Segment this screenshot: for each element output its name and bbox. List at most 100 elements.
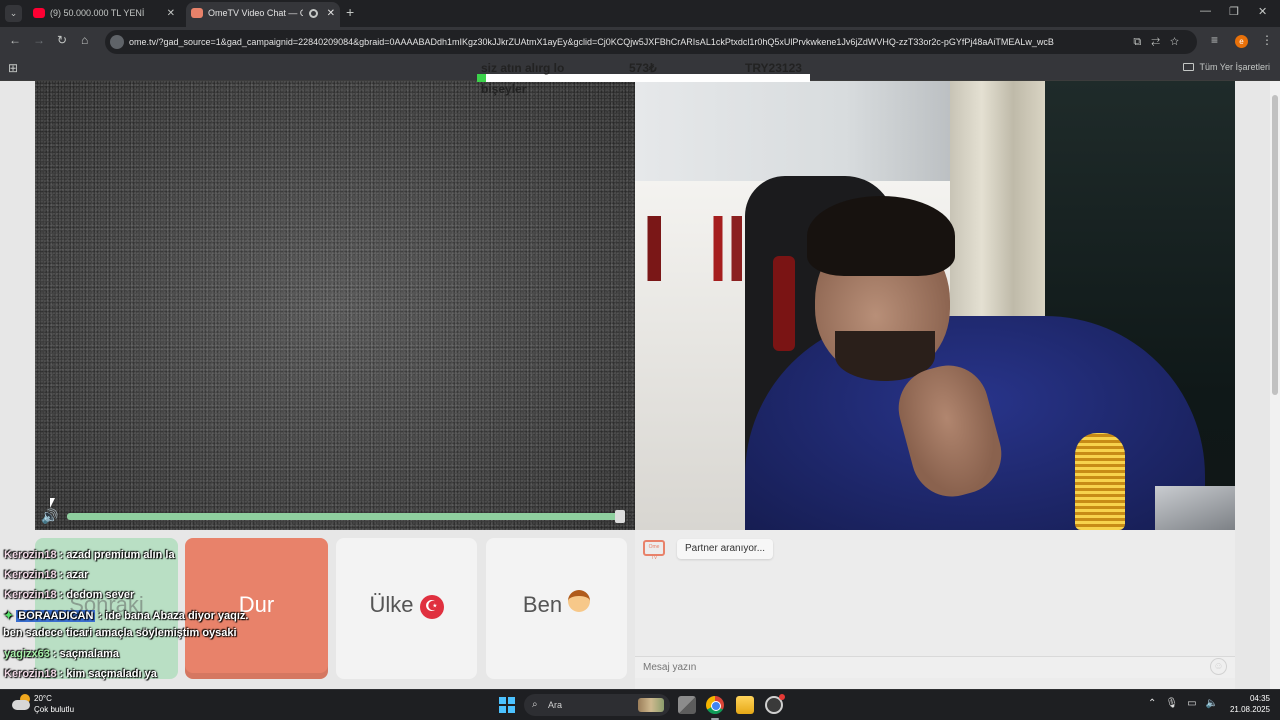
volume-slider[interactable] [67, 513, 622, 520]
goal-title-line2: bişeyler [481, 82, 527, 96]
clock-time[interactable]: 04:35 [1250, 694, 1270, 703]
recording-indicator-icon [309, 9, 318, 18]
address-bar[interactable]: ome.tv/?gad_source=1&gad_campaignid=2284… [105, 30, 1197, 54]
home-icon[interactable]: ⌂ [81, 33, 88, 47]
emoji-icon[interactable]: ☺ [1210, 658, 1227, 675]
me-button[interactable]: Ben [486, 538, 627, 679]
file-explorer-icon[interactable] [736, 696, 754, 714]
ometv-page: 🔊 siz atın alırg lo bişeyler 573₺ TRY231… [0, 61, 1270, 689]
volume-icon[interactable]: 🔊 [41, 508, 58, 525]
chat-username: Kerozin18 [4, 668, 57, 680]
turkey-flag-icon: ☪ [419, 595, 444, 619]
scrollbar-thumb[interactable] [1272, 95, 1278, 395]
clock-date[interactable]: 21.08.2025 [1230, 705, 1270, 714]
goal-amount: 573₺ [629, 61, 657, 75]
search-highlight-icon [638, 698, 664, 712]
streamer-hair [807, 196, 955, 276]
site-info-icon[interactable] [110, 35, 124, 49]
chat-text: ben sadece ticari amaçla söylemiştim oys… [3, 627, 237, 639]
back-icon[interactable]: ← [9, 33, 21, 47]
all-bookmarks-label: Tüm Yer İşaretleri [1199, 62, 1270, 72]
restore-icon[interactable]: ❐ [1229, 5, 1239, 18]
chat-username: BORAADICAN [16, 610, 96, 622]
chat-username: Kerozin18 [4, 569, 57, 581]
close-tab-icon[interactable]: ✕ [327, 2, 335, 25]
weather-icon[interactable] [12, 694, 32, 712]
chat-panel: Ome TV Partner aranıyor... ☺ [635, 530, 1235, 689]
me-label: Ben [522, 592, 563, 617]
goal-progress-fill [477, 74, 486, 82]
display-icon[interactable]: ▭ [1187, 698, 1205, 709]
apps-grid-icon[interactable]: ⊞ [8, 61, 18, 75]
goal-title: siz atın alırg lo [481, 61, 565, 75]
avatar-face-icon [568, 590, 591, 612]
chat-text: : azad premium alın la [59, 549, 175, 561]
goal-progress-bar [477, 74, 810, 82]
search-icon: ⌕ [532, 699, 538, 710]
obs-icon[interactable] [765, 694, 785, 714]
tab-ometv[interactable]: OmeTV Video Chat — Ome ✕ [186, 2, 340, 27]
goal-target: TRY23123 [745, 61, 802, 75]
badge-icon: ✦ [4, 610, 14, 622]
close-window-icon[interactable]: ✕ [1258, 5, 1267, 18]
tab-youtube[interactable]: (9) 50.000.000 TL YENİ EVİM - Yo ✕ [28, 2, 180, 27]
page-scrollbar[interactable] [1270, 81, 1280, 689]
folder-icon [1183, 63, 1195, 71]
browser-toolbar: ← → ↻ ⌂ ome.tv/?gad_source=1&gad_campaig… [0, 27, 1280, 57]
ometv-logo-icon: Ome TV [643, 540, 665, 561]
tab-title: (9) 50.000.000 TL YENİ EVİM - Yo [50, 8, 145, 18]
chat-message: Kerozin18 : azad premium alın la [4, 549, 175, 561]
tab-strip: ⌄ (9) 50.000.000 TL YENİ EVİM - Yo ✕ Ome… [0, 0, 1280, 27]
system-tray: ⌃🎙▭🔈 [1148, 698, 1227, 709]
chat-username: Kerozin18 [4, 589, 57, 601]
translate-icon[interactable]: ⇄ [1151, 36, 1170, 48]
tray-chevron-icon[interactable]: ⌃ [1148, 698, 1165, 709]
windows-start-icon[interactable] [499, 697, 515, 713]
task-view-icon[interactable] [678, 696, 696, 714]
chat-text: : azar [59, 569, 89, 581]
all-bookmarks-button[interactable]: Tüm Yer İşaretleri [1183, 62, 1270, 72]
message-input[interactable] [635, 656, 1235, 678]
chat-message: ben sadece ticari amaçla söylemiştim oys… [3, 627, 237, 639]
tab-title: OmeTV Video Chat — Ome [208, 8, 303, 18]
tab-search-button[interactable]: ⌄ [5, 5, 22, 22]
omnibox-actions: ⧉⇄☆ [1133, 30, 1189, 54]
mouse-cursor [50, 498, 55, 508]
close-tab-icon[interactable]: ✕ [167, 2, 175, 25]
youtube-icon [33, 8, 45, 18]
cast-icon[interactable]: ⧉ [1133, 36, 1151, 48]
chat-text: : ide bana Abaza diyor yaqız. [98, 610, 249, 622]
chat-message: ✦ BORAADICAN : ide bana Abaza diyor yaqı… [4, 609, 248, 622]
chair-accent [773, 256, 795, 351]
country-label: Ülke [369, 592, 414, 617]
partner-video: 🔊 [35, 81, 635, 530]
reading-list-icon[interactable]: ≡ [1211, 33, 1218, 47]
microphone-icon[interactable]: 🎙 [1165, 698, 1187, 709]
chat-message: Kerozin18 : dedom sever [4, 589, 134, 601]
country-button[interactable]: Ülke ☪ [336, 538, 477, 679]
speaker-icon[interactable]: 🔈 [1206, 698, 1227, 709]
self-camera-video [635, 81, 1235, 530]
taskbar-search[interactable]: ⌕ Ara [524, 694, 670, 716]
forward-icon[interactable]: → [33, 33, 45, 47]
chat-username: yagizx63 [4, 648, 50, 660]
windows-taskbar: 20°C Çok bulutlu ⌕ Ara ⌃🎙▭🔈 04:35 21.08.… [0, 689, 1280, 720]
chat-message: Kerozin18 : azar [4, 569, 88, 581]
searching-partner-message: Partner aranıyor... [677, 539, 774, 559]
url-text: ome.tv/?gad_source=1&gad_campaignid=2284… [129, 37, 1054, 47]
ometv-favicon-icon [191, 8, 203, 18]
reload-icon[interactable]: ↻ [57, 33, 67, 47]
volume-slider-thumb[interactable] [615, 510, 625, 523]
chrome-icon[interactable] [706, 696, 724, 714]
new-tab-button[interactable]: + [346, 4, 354, 20]
chat-text: : dedom sever [59, 589, 135, 601]
menu-icon[interactable]: ⋮ [1261, 33, 1273, 47]
chat-text: : kim saçmaladı ya [59, 668, 157, 680]
microphone [1075, 433, 1125, 530]
weather-temperature[interactable]: 20°C [34, 694, 52, 703]
minimize-icon[interactable]: — [1200, 5, 1211, 17]
chat-message: Kerozin18 : kim saçmaladı ya [4, 668, 157, 680]
profile-avatar[interactable]: e [1235, 35, 1248, 48]
bookmark-star-icon[interactable]: ☆ [1170, 36, 1189, 48]
weather-description[interactable]: Çok bulutlu [34, 705, 74, 714]
